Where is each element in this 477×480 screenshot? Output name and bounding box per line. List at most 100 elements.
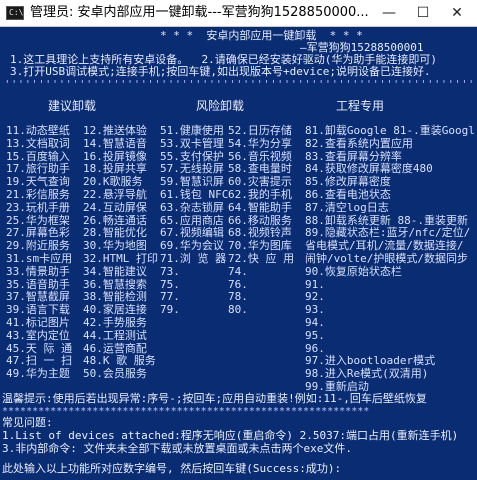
menu-item: 58.查电量时: [228, 162, 292, 176]
menu-item: 44.工程测试: [83, 328, 147, 342]
menu-item: 21.彩信服务: [6, 187, 70, 201]
menu-item: 63.杂志锁屏: [160, 200, 224, 214]
star-divider: ****************************************…: [2, 406, 370, 417]
section-suggest-uninstall: 建议卸载: [48, 99, 97, 113]
menu-item: 29.附近服务: [6, 239, 70, 253]
menu-item: 13.文档取词: [6, 136, 70, 150]
menu-item: 78.: [228, 290, 248, 304]
menu-item: 76.: [228, 277, 248, 291]
menu-item: 73.: [160, 264, 180, 278]
menu-item: 53.双卡管理: [160, 136, 224, 150]
title-bar[interactable]: C:\ 管理员: 安卓内部应用一键卸载---军营狗狗1528850000... …: [0, 0, 477, 27]
column-engineering: 81.卸载Google 81-.重装Google 82.查看系统内置应用 83.查看…: [305, 124, 475, 393]
menu-item: 16.投屏镜像: [83, 149, 147, 163]
column-risk-a: 51.健康使用 53.双卡管理 55.支付保护 57.无线投屏 59.智慧识屏 61.钱包…: [160, 124, 228, 316]
menu-item: 64.智能助手: [228, 200, 292, 214]
menu-item: 67.视频编辑: [160, 226, 224, 240]
column-suggest-b: 12.推送体验 14.智慧语音 16.投屏镜像 18.投屏共享 20.K歌服务 22.悬浮…: [83, 124, 158, 380]
menu-item: 18.投屏共享: [83, 162, 147, 176]
menu-item: 99.重新启动: [305, 379, 369, 393]
minimize-icon[interactable]: —: [372, 3, 406, 23]
menu-item: 27.屏幕色彩: [6, 226, 70, 240]
close-icon[interactable]: ✕: [440, 3, 474, 23]
menu-item: 15.百度输入: [6, 149, 70, 163]
faq-title: 常见问题:: [2, 416, 53, 429]
column-risk-b: 52.日历存储 54.华为分享 56.音乐视频 58.查电量时 60.灾害提示 62.我的…: [228, 124, 294, 316]
menu-item: 88.卸载系统更新 88-.重装更新: [305, 213, 468, 227]
menu-item: 46.运营商配: [83, 341, 147, 355]
menu-item: 28.智能优化: [83, 226, 147, 240]
menu-item: 34.智能建议: [83, 264, 147, 278]
menu-item: 68.视频铃声: [228, 226, 292, 240]
menu-item: 60.灾害提示: [228, 175, 292, 189]
menu-item: 39.语言下载: [6, 303, 70, 317]
menu-item: 97.进入bootloader模式: [305, 354, 436, 368]
console-window: C:\ 管理员: 安卓内部应用一键卸载---军营狗狗1528850000... …: [0, 0, 477, 480]
menu-item: 32.HTML 打印: [83, 251, 158, 265]
menu-item: 94.: [305, 315, 325, 329]
menu-item: 25.华为框架: [6, 213, 70, 227]
faq-item-1: 1.List of devices attached:程序无响应(重启命令) 2…: [2, 429, 459, 442]
menu-item: 71.浏 览 器: [160, 251, 227, 265]
menu-item: 33.情景助手: [6, 264, 70, 278]
notice-line-2: 3.打开USB调试模式;连接手机;按回车键,如出现版本号+device;说明设备…: [10, 65, 431, 78]
menu-item: 35.语音助手: [6, 277, 70, 291]
menu-item: 54.华为分享: [228, 136, 292, 150]
menu-item: 70.华为图库: [228, 239, 292, 253]
column-suggest-a: 11.动态壁纸 13.文档取词 15.百度输入 17.旅行助手 19.天气查询 21.彩信…: [6, 124, 72, 380]
menu-item: 83.查看屏幕分辨率: [305, 149, 402, 163]
menu-item: 47.扫 一 扫: [6, 354, 73, 368]
menu-item: 62.我的手机: [228, 187, 292, 201]
menu-item: 77.: [160, 290, 180, 304]
input-prompt[interactable]: 此处输入以上功能所对应数字编号, 然后按回车键(Success:成功):: [2, 462, 474, 475]
menu-item: 61.钱包 NFC: [160, 187, 229, 201]
menu-item: 40.家居连接: [83, 303, 147, 317]
menu-item: 90.恢复原始状态栏: [305, 264, 402, 278]
menu-item: 86.查看电池状态: [305, 187, 391, 201]
menu-item: 43.室内定位: [6, 328, 70, 342]
menu-item: 45.天 际 通: [6, 341, 73, 355]
menu-item: 23.玩机手册: [6, 200, 70, 214]
menu-item: 92.: [305, 290, 325, 304]
menu-item: 19.天气查询: [6, 175, 70, 189]
menu-item: 36.智慧搜索: [83, 277, 147, 291]
menu-item: 42.手势服务: [83, 315, 147, 329]
maximize-icon[interactable]: ☐: [406, 3, 440, 23]
menu-item: 26.畅连通话: [83, 213, 147, 227]
menu-item: 闹钟/volte/护眼模式/数据同步: [305, 251, 468, 265]
menu-item: 30.华为地图: [83, 239, 147, 253]
menu-item: 12.推送体验: [83, 124, 147, 137]
menu-item: 74.: [228, 264, 248, 278]
menu-item: 56.音乐视频: [228, 149, 292, 163]
console-app-icon: C:\: [6, 6, 24, 20]
menu-item: 75.: [160, 277, 180, 291]
menu-item: 57.无线投屏: [160, 162, 224, 176]
menu-item: 81.卸载Google 81-.重装Google: [305, 124, 475, 137]
menu-item: 95.: [305, 328, 325, 342]
menu-item: 38.智能检测: [83, 290, 147, 304]
menu-item: 31.sm卡应用: [6, 251, 73, 265]
console-output[interactable]: * * * 安卓内部应用一键卸载 * * * —军营狗狗15288500001 …: [0, 26, 477, 480]
section-risk-uninstall: 风险卸载: [196, 99, 245, 113]
menu-item: 24.互动屏保: [83, 200, 147, 214]
menu-item: 93.: [305, 303, 325, 317]
section-engineering: 工程专用: [336, 99, 385, 113]
menu-item: 84.获取修改屏幕密度480: [305, 162, 433, 176]
faq-item-2: 3.非内部命令: 文件夹未全部下载或未放置桌面或未点击两个exe文件.: [2, 442, 352, 455]
menu-item: 80.: [228, 303, 248, 317]
menu-item: 65.应用商店: [160, 213, 224, 227]
menu-item: 55.支付保护: [160, 149, 224, 163]
menu-item: 52.日历存储: [228, 124, 292, 137]
menu-item: 11.动态壁纸: [6, 124, 70, 137]
menu-item: 41.标记图片: [6, 315, 70, 329]
menu-item: 49.华为主题: [6, 367, 70, 381]
menu-item: 96.: [305, 341, 325, 355]
menu-item: 91.: [305, 277, 325, 291]
menu-item: 省电模式/耳机/流量/数据连接/: [305, 239, 464, 253]
menu-item: 85.修改屏幕密度: [305, 175, 391, 189]
menu-item: 48.K 歌 服务: [83, 354, 156, 368]
menu-item: 22.悬浮导航: [83, 187, 147, 201]
menu-item: 79.: [160, 303, 180, 317]
menu-item: 69.华为会议: [160, 239, 224, 253]
menu-item: 82.查看系统内置应用: [305, 136, 413, 150]
